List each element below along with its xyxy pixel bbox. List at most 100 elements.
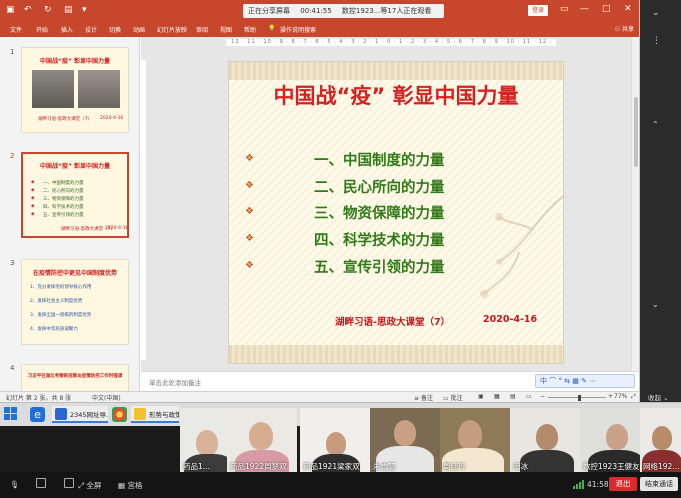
thumb-item: 2、发挥社会主义制度优势 xyxy=(30,299,83,304)
slideshow-view-icon[interactable]: ▭ xyxy=(526,393,532,400)
video-tile[interactable]: 网络192... xyxy=(640,408,681,474)
status-bar: 幻灯片 第 2 张，共 8 张 中文(中国) ≡ 备注 ▭ 批注 ▣ ▦ ▤ ▭… xyxy=(0,391,639,402)
comments-toggle[interactable]: ▭ 批注 xyxy=(443,393,463,402)
video-tile[interactable]: 朱志慧 xyxy=(370,408,440,474)
normal-view-icon[interactable]: ▣ xyxy=(478,393,484,400)
thumb-item: 一、中国制度的力量 xyxy=(43,181,84,186)
participant-face xyxy=(326,432,346,456)
notes-toggle[interactable]: ≡ 备注 xyxy=(414,393,433,402)
chevron-down-icon[interactable]: ⌄ xyxy=(652,300,659,309)
sorter-view-icon[interactable]: ▦ xyxy=(494,393,500,400)
call-duration: 41:58 xyxy=(587,480,609,489)
powerpoint-window: ▣ ↶ ↻ ▤ ▾ 正在分享屏幕 00:41:55 数控1923...等17人正… xyxy=(0,0,640,402)
customize-icon[interactable]: ▾ xyxy=(82,5,87,15)
comment-icon: ▭ xyxy=(443,395,451,402)
fullscreen-button[interactable]: ⤢ 全屏 xyxy=(78,480,101,491)
more-icon[interactable]: ⋮ xyxy=(652,36,661,46)
exit-button[interactable]: 退出 xyxy=(609,477,637,491)
share-button[interactable]: ⚇ 共享 xyxy=(615,24,634,33)
video-tile[interactable]: 闫冰 xyxy=(510,408,580,474)
comments-label: 批注 xyxy=(450,395,463,402)
video-tile[interactable]: 周佳玲 xyxy=(440,408,510,474)
tab-slideshow[interactable]: 幻灯片放映 xyxy=(157,25,187,34)
thumb-title: 习近平在湖北考察新冠肺炎疫情防控工作时强调 xyxy=(27,374,123,379)
gallery-button[interactable]: ▦ 宫格 xyxy=(118,480,142,491)
tab-animations[interactable]: 动画 xyxy=(133,25,145,34)
language-indicator[interactable]: 中文(中国) xyxy=(92,393,121,402)
taskbar-app-powerpoint[interactable]: 形势与政策... xyxy=(131,406,179,423)
microphone-icon[interactable]: 🎙 xyxy=(10,480,20,489)
thumb-footer: 湖畔习语-思政大课堂（7） xyxy=(38,117,92,122)
slide-thumbnail-3[interactable]: 在疫情防控中更见中国制度优势 1、充分发挥党的领导核心作用 2、发挥社会主义制度… xyxy=(21,259,129,345)
vertical-scrollbar[interactable] xyxy=(631,37,639,371)
close-icon[interactable]: ✕ xyxy=(624,4,632,14)
zoom-in-icon[interactable]: + xyxy=(608,393,613,400)
thumb-photo xyxy=(78,70,120,108)
reading-view-icon[interactable]: ▤ xyxy=(510,393,516,400)
participant-name: 药品1922周梦双 xyxy=(230,462,287,471)
slide-thumbnail-2[interactable]: 中国战“疫” 彰显中国力量 ◆ 一、中国制度的力量 ◆ 二、民心所向的力量 ◆ … xyxy=(21,152,129,238)
tab-home[interactable]: 开始 xyxy=(36,25,48,34)
gallery-label: 宫格 xyxy=(127,481,143,490)
ribbon-display-icon[interactable]: ▭ xyxy=(560,4,569,14)
zoom-slider-knob[interactable] xyxy=(578,395,581,401)
lightbulb-icon: 💡 xyxy=(268,25,276,32)
diamond-bullet-icon: ❖ xyxy=(245,233,254,244)
slide-thumbnail-4[interactable]: 习近平在湖北考察新冠肺炎疫情防控工作时强调 xyxy=(21,364,129,391)
zoom-level[interactable]: 77% xyxy=(614,393,627,400)
fit-slide-icon[interactable]: ⤢ xyxy=(631,393,636,401)
zoom-slider[interactable] xyxy=(548,395,606,401)
taskbar-app-browser[interactable]: 2345网址导... xyxy=(52,406,108,423)
chevron-up-icon[interactable]: ⌃ xyxy=(652,120,659,129)
thumb-item: 二、民心所向的力量 xyxy=(43,189,84,194)
participant-name: 周佳玲 xyxy=(443,462,466,471)
thumb-item: 1、充分发挥党的领导核心作用 xyxy=(30,285,92,290)
notes-icon: ≡ xyxy=(414,395,421,402)
tell-me-search[interactable]: 操作说明搜索 xyxy=(280,25,316,34)
edge-icon[interactable]: e xyxy=(30,407,45,422)
chrome-icon[interactable] xyxy=(112,407,127,422)
diamond-bullet-icon: ❖ xyxy=(245,180,254,191)
participant-name: 药品1... xyxy=(183,462,210,471)
video-tile[interactable]: 药品1922周梦双 xyxy=(227,408,297,474)
minimize-icon[interactable]: — xyxy=(580,4,589,14)
tab-transitions[interactable]: 切换 xyxy=(109,25,121,34)
chevron-icon[interactable]: ⌄ xyxy=(652,8,660,18)
tab-insert[interactable]: 插入 xyxy=(61,25,73,34)
slide-counter: 幻灯片 第 2 张，共 8 张 xyxy=(6,395,72,402)
thumb-number: 3 xyxy=(10,259,15,267)
zoom-out-icon[interactable]: − xyxy=(540,393,545,400)
tab-help[interactable]: 帮助 xyxy=(244,25,256,34)
tab-view[interactable]: 视图 xyxy=(220,25,232,34)
thumb-bullet: ◆ xyxy=(31,204,35,209)
scrollbar-thumb[interactable] xyxy=(634,97,638,167)
participant-face xyxy=(652,426,672,450)
video-tile[interactable]: 药品1921梁家双 xyxy=(300,408,370,474)
tab-design[interactable]: 设计 xyxy=(85,25,97,34)
screen-share-indicator[interactable]: 正在分享屏幕 00:41:55 数控1923...等17人正在观看 xyxy=(243,4,445,18)
end-call-button[interactable]: 结束通话 xyxy=(640,477,678,491)
present-icon[interactable]: ▤ xyxy=(64,5,73,15)
tab-review[interactable]: 审阅 xyxy=(196,25,208,34)
current-slide[interactable]: 中国战“疫” 彰显中国力量 ❖ 一、中国制度的力量 ❖ 二、民心所向的力量 ❖ … xyxy=(228,61,564,364)
redo-icon[interactable]: ↻ xyxy=(44,5,52,15)
undo-icon[interactable]: ↶ xyxy=(24,5,32,15)
diamond-bullet-icon: ❖ xyxy=(245,153,254,164)
slide-thumbnail-1[interactable]: 中国战“疫” 彰显中国力量 湖畔习语-思政大课堂（7） 2020-4-16 xyxy=(21,47,129,133)
camera-icon[interactable] xyxy=(36,478,46,488)
windows-start-icon[interactable] xyxy=(4,407,18,421)
thumb-bullet: ◆ xyxy=(31,180,35,185)
diamond-bullet-icon: ❖ xyxy=(245,206,254,217)
ime-toolbar[interactable]: 中 ⌒ ° ⇆ ▦ ✎ ⋯ xyxy=(535,374,635,388)
login-button[interactable]: 登录 xyxy=(528,5,548,16)
share-screen-icon[interactable] xyxy=(64,478,74,488)
thumb-date: 2020-4-16 xyxy=(105,226,129,231)
notes-label: 备注 xyxy=(420,395,433,402)
thumb-bullet: ◆ xyxy=(31,188,35,193)
save-icon[interactable]: ▣ xyxy=(6,5,15,15)
collapse-button[interactable]: 收起 ⌄ xyxy=(648,392,669,402)
folder-icon xyxy=(134,408,146,420)
slide-footer-text: 湖畔习语-思政大课堂（7） xyxy=(335,317,451,328)
maximize-icon[interactable]: □ xyxy=(602,4,611,14)
tab-file[interactable]: 文件 xyxy=(10,25,22,34)
